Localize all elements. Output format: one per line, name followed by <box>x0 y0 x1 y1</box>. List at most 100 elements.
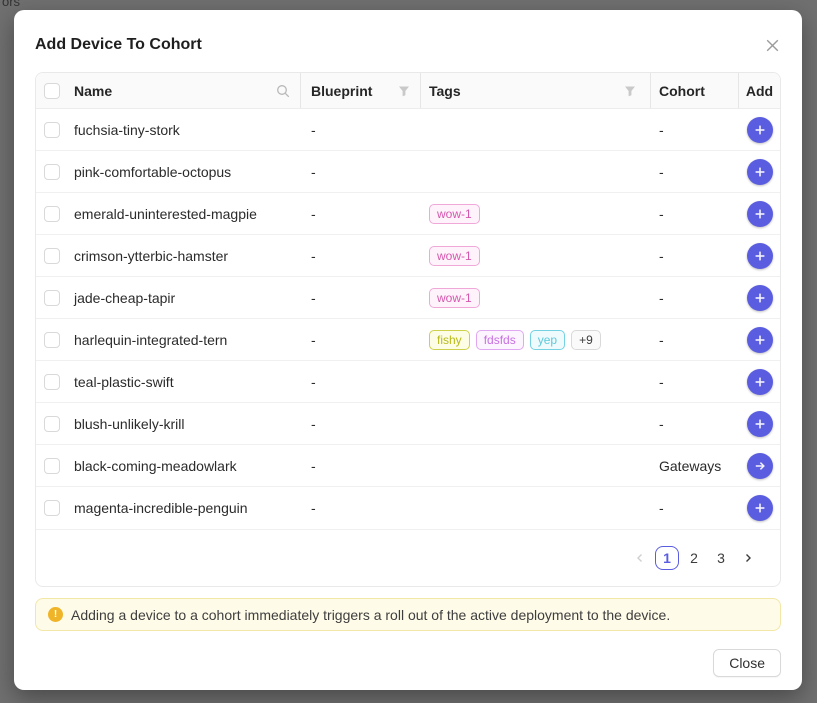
blueprint-value: - <box>301 290 421 306</box>
warning-text: Adding a device to a cohort immediately … <box>71 607 670 623</box>
close-button[interactable]: Close <box>713 649 781 677</box>
page-button-2[interactable]: 2 <box>682 546 706 570</box>
column-header-name: Name <box>74 83 112 99</box>
pagination: 123 <box>36 529 780 586</box>
add-device-button[interactable] <box>747 327 773 353</box>
table-row: crimson-ytterbic-hamster - wow-1 - <box>36 235 780 277</box>
warning-banner: ! Adding a device to a cohort immediatel… <box>35 598 781 631</box>
table-row: fuchsia-tiny-stork - - <box>36 109 780 151</box>
add-device-button[interactable] <box>747 369 773 395</box>
goto-cohort-button[interactable] <box>747 453 773 479</box>
plus-icon <box>753 165 767 179</box>
device-name: harlequin-integrated-tern <box>74 332 227 348</box>
row-checkbox[interactable] <box>44 500 60 516</box>
arrow-right-icon <box>753 459 767 473</box>
blueprint-value: - <box>301 332 421 348</box>
plus-icon <box>753 207 767 221</box>
cohort-value: - <box>651 206 739 222</box>
device-name: black-coming-meadowlark <box>74 458 237 474</box>
tag-fishy: fishy <box>429 330 470 350</box>
tag-fdsfds: fdsfds <box>476 330 524 350</box>
device-name: jade-cheap-tapir <box>74 290 175 306</box>
modal-footer: Close <box>35 649 781 677</box>
add-device-button[interactable] <box>747 159 773 185</box>
x-icon <box>765 38 780 53</box>
table-row: harlequin-integrated-tern - fishy fdsfdsy… <box>36 319 780 361</box>
modal-close-icon[interactable] <box>761 34 783 56</box>
blueprint-value: - <box>301 164 421 180</box>
add-device-button[interactable] <box>747 285 773 311</box>
table-row: emerald-uninterested-magpie - wow-1 - <box>36 193 780 235</box>
cohort-value: - <box>651 416 739 432</box>
filter-icon[interactable] <box>624 85 636 97</box>
device-name: emerald-uninterested-magpie <box>74 206 257 222</box>
page-button-3[interactable]: 3 <box>709 546 733 570</box>
plus-icon <box>753 333 767 347</box>
tags-cell: wow-1 <box>421 288 651 308</box>
row-checkbox[interactable] <box>44 122 60 138</box>
add-device-button[interactable] <box>747 495 773 521</box>
tag-wow-1: wow-1 <box>429 204 480 224</box>
tag-wow-1: wow-1 <box>429 246 480 266</box>
plus-icon <box>753 501 767 515</box>
add-device-button[interactable] <box>747 411 773 437</box>
modal-header: Add Device To Cohort <box>35 10 781 72</box>
select-all-checkbox[interactable] <box>44 83 60 99</box>
chevron-left-icon <box>634 552 646 564</box>
table-row: magenta-incredible-penguin - - <box>36 487 780 529</box>
page-button-1[interactable]: 1 <box>655 546 679 570</box>
row-checkbox[interactable] <box>44 416 60 432</box>
table-row: blush-unlikely-krill - - <box>36 403 780 445</box>
table-row: black-coming-meadowlark - Gateways <box>36 445 780 487</box>
plus-icon <box>753 417 767 431</box>
chevron-right-icon <box>742 552 754 564</box>
add-device-button[interactable] <box>747 243 773 269</box>
cohort-value: - <box>651 164 739 180</box>
background-clipped-text: ors <box>2 0 20 9</box>
cohort-value: - <box>651 332 739 348</box>
cohort-value: - <box>651 248 739 264</box>
row-checkbox[interactable] <box>44 332 60 348</box>
row-checkbox[interactable] <box>44 248 60 264</box>
row-checkbox[interactable] <box>44 290 60 306</box>
search-icon[interactable] <box>276 84 290 98</box>
row-checkbox[interactable] <box>44 374 60 390</box>
column-header-blueprint: Blueprint <box>311 83 372 99</box>
table-row: teal-plastic-swift - - <box>36 361 780 403</box>
add-device-button[interactable] <box>747 117 773 143</box>
plus-icon <box>753 249 767 263</box>
device-name: teal-plastic-swift <box>74 374 174 390</box>
warning-icon: ! <box>48 607 63 622</box>
plus-icon <box>753 375 767 389</box>
tags-cell: wow-1 <box>421 204 651 224</box>
add-device-to-cohort-modal: Add Device To Cohort Name Blueprint Tags… <box>14 10 802 690</box>
device-name: blush-unlikely-krill <box>74 416 184 432</box>
prev-page-button[interactable] <box>628 546 652 570</box>
next-page-button[interactable] <box>736 546 760 570</box>
row-checkbox[interactable] <box>44 164 60 180</box>
device-name: crimson-ytterbic-hamster <box>74 248 228 264</box>
column-header-add: Add <box>746 83 773 99</box>
tag-wow-1: wow-1 <box>429 288 480 308</box>
tags-cell: fishy fdsfds yep +9 <box>421 330 651 350</box>
add-device-button[interactable] <box>747 201 773 227</box>
table-row: pink-comfortable-octopus - - <box>36 151 780 193</box>
tag-yep: yep <box>530 330 565 350</box>
table-header: Name Blueprint Tags Cohort Add <box>36 73 780 109</box>
plus-icon <box>753 291 767 305</box>
blueprint-value: - <box>301 206 421 222</box>
blueprint-value: - <box>301 374 421 390</box>
page-numbers: 123 <box>655 546 733 570</box>
blueprint-value: - <box>301 416 421 432</box>
tag-+9: +9 <box>571 330 601 350</box>
cohort-value: - <box>651 290 739 306</box>
row-checkbox[interactable] <box>44 206 60 222</box>
cohort-value: - <box>651 500 739 516</box>
cohort-value: Gateways <box>651 458 739 474</box>
row-checkbox[interactable] <box>44 458 60 474</box>
cohort-value: - <box>651 122 739 138</box>
filter-icon[interactable] <box>398 85 410 97</box>
cohort-value: - <box>651 374 739 390</box>
blueprint-value: - <box>301 500 421 516</box>
device-name: fuchsia-tiny-stork <box>74 122 180 138</box>
